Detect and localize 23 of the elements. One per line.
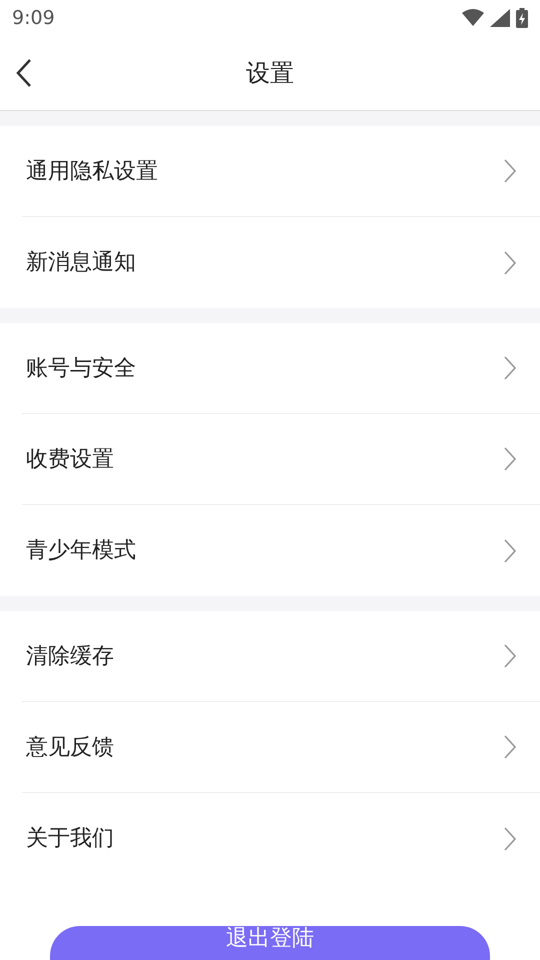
battery-icon — [516, 8, 528, 28]
chevron-right-icon — [504, 356, 516, 380]
chevron-right-icon — [504, 159, 516, 183]
chevron-right-icon — [504, 538, 516, 562]
status-time: 9:09 — [12, 6, 55, 31]
page-title: 设置 — [246, 58, 294, 89]
settings-item[interactable]: 收费设置 — [22, 414, 540, 505]
chevron-right-icon — [504, 447, 516, 471]
settings-item[interactable]: 账号与安全 — [22, 323, 540, 414]
settings-item[interactable]: 清除缓存 — [22, 611, 540, 702]
wifi-icon — [462, 9, 484, 27]
back-icon — [16, 58, 32, 88]
chevron-right-icon — [504, 250, 516, 274]
chevron-right-icon — [504, 735, 516, 759]
settings-item[interactable]: 意见反馈 — [22, 702, 540, 793]
settings-item[interactable]: 青少年模式 — [22, 505, 540, 596]
signal-icon — [490, 9, 510, 27]
settings-item[interactable]: 新消息通知 — [22, 217, 540, 308]
logout-button[interactable]: 退出登陆 — [50, 926, 490, 960]
chevron-right-icon — [504, 644, 516, 668]
settings-item[interactable]: 关于我们 — [22, 793, 540, 884]
chevron-right-icon — [504, 826, 516, 850]
settings-item[interactable]: 通用隐私设置 — [22, 126, 540, 217]
